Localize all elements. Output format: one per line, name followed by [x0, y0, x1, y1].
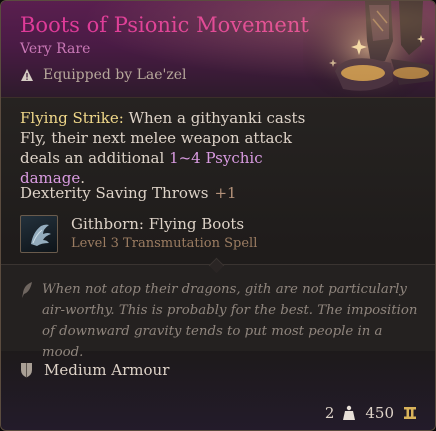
saving-throw-bonus: Dexterity Saving Throws +1: [20, 184, 237, 202]
item-tooltip: Boots of Psionic Movement Very Rare Equi…: [0, 0, 436, 431]
saving-throw-label: Dexterity Saving Throws: [20, 184, 209, 202]
flying-strike-label: Flying Strike:: [20, 109, 124, 127]
item-name: Boots of Psionic Movement: [20, 13, 309, 37]
granted-spell[interactable]: Githborn: Flying Boots Level 3 Transmuta…: [20, 215, 257, 253]
spell-level: Level 3 Transmutation Spell: [71, 236, 258, 251]
equipped-status: Equipped by Lae'zel: [20, 67, 187, 83]
armour-type: Medium Armour: [20, 361, 169, 379]
flying-boots-spell-icon: [20, 215, 58, 253]
flavor-panel: When not atop their dragons, gith are no…: [1, 265, 435, 360]
spell-text: Githborn: Flying Boots Level 3 Transmuta…: [71, 215, 257, 251]
tooltip-body: Flying Strike: When a githyanki casts Fl…: [1, 98, 435, 430]
description-line-3-prefix: additional: [88, 149, 165, 167]
item-rarity: Very Rare: [20, 41, 91, 57]
gold-icon: [404, 407, 416, 419]
weight-icon: [343, 405, 356, 420]
boots-item-image: [303, 1, 435, 107]
item-footer: 2 450: [325, 404, 417, 422]
item-description: Flying Strike: When a githyanki casts Fl…: [20, 108, 320, 188]
armour-type-label: Medium Armour: [44, 361, 170, 379]
saving-throw-value: +1: [214, 184, 237, 202]
warning-icon: [21, 69, 33, 81]
tooltip-header: Boots of Psionic Movement Very Rare Equi…: [1, 1, 435, 107]
shield-icon: [21, 363, 32, 378]
flavor-text: When not atop their dragons, gith are no…: [42, 282, 418, 360]
quill-icon: [22, 282, 32, 298]
equipped-by-label: Equipped by Lae'zel: [43, 67, 187, 83]
spell-name: Githborn: Flying Boots: [71, 215, 245, 233]
gold-value: 450: [365, 404, 394, 422]
weight-value: 2: [324, 404, 335, 422]
